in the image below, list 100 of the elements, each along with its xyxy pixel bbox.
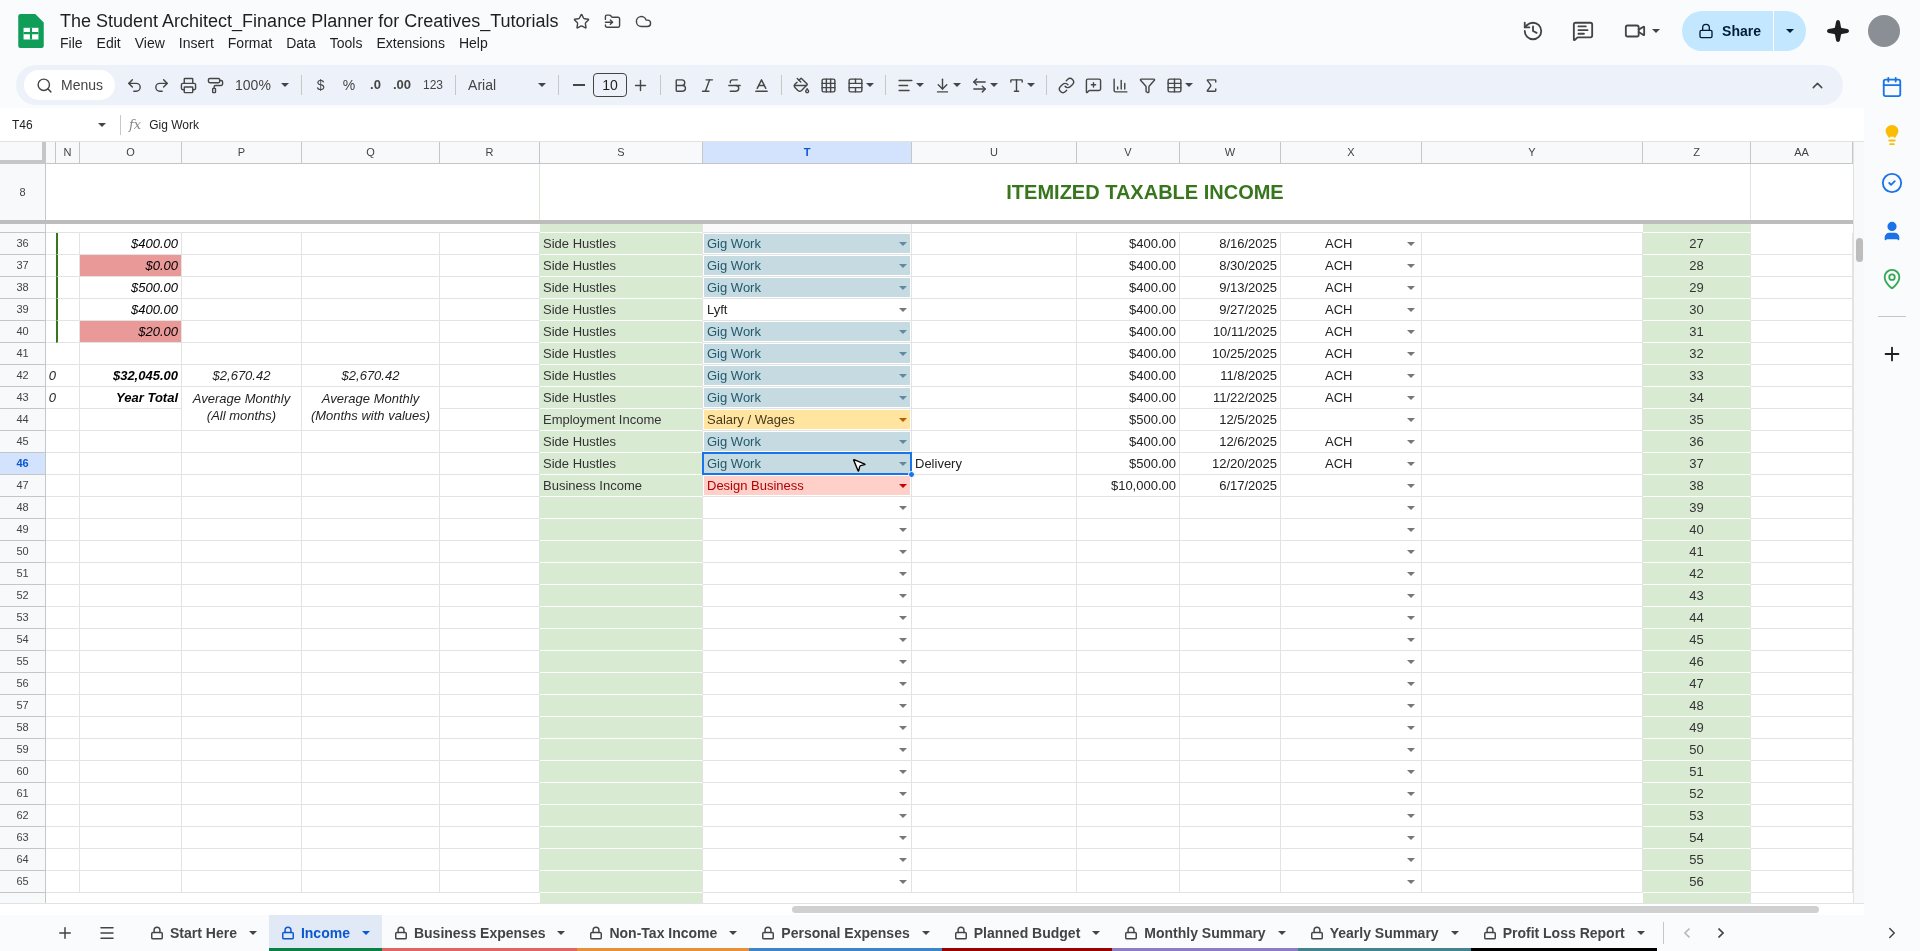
dropdown-cell[interactable]: Gig Work [704, 366, 910, 385]
calendar-icon[interactable] [1881, 76, 1903, 98]
dropdown-caret-icon[interactable] [280, 83, 289, 87]
star-icon[interactable] [572, 12, 590, 30]
menu-item[interactable]: View [128, 33, 171, 53]
comment-icon[interactable] [1572, 20, 1595, 42]
dropdown-cell[interactable] [1281, 805, 1422, 827]
dropdown-caret-icon[interactable] [1027, 83, 1036, 87]
sheet-tab[interactable]: Profit Loss Report [1470, 915, 1657, 951]
menu-item[interactable]: Tools [323, 33, 369, 53]
sheet-tab[interactable]: Business Expenses [381, 915, 578, 951]
decimal-button[interactable]: .00 [386, 75, 417, 95]
maps-icon[interactable] [1881, 268, 1903, 290]
dropdown-cell[interactable]: Gig Work [704, 432, 910, 451]
dropdown-caret-icon[interactable] [729, 931, 738, 935]
row-number[interactable]: 63 [0, 827, 46, 849]
dropdown-cell[interactable] [1281, 475, 1422, 497]
dropdown-cell[interactable] [1281, 695, 1422, 717]
dropdown-cell[interactable] [1281, 739, 1422, 761]
dropdown-caret-icon[interactable] [1450, 931, 1459, 935]
menu-item[interactable]: Format [221, 33, 279, 53]
sheet-tab[interactable]: Non-Tax Income [577, 915, 750, 951]
row-number[interactable]: 44 [0, 409, 46, 431]
dropdown-cell[interactable]: Design Business [704, 476, 910, 495]
row-number[interactable]: 51 [0, 563, 46, 585]
horizontal-scrollbar[interactable] [792, 906, 1819, 913]
column-header[interactable]: U [912, 142, 1077, 164]
row-number[interactable]: 50 [0, 541, 46, 563]
sheet-tab[interactable]: Start Here [138, 915, 269, 951]
row-number[interactable]: 53 [0, 607, 46, 629]
dropdown-cell[interactable]: Gig Work [704, 256, 910, 275]
dropdown-cell[interactable] [1281, 519, 1422, 541]
dropdown-caret-icon[interactable] [538, 83, 547, 87]
row-number[interactable]: 45 [0, 431, 46, 453]
row-number[interactable]: 42 [0, 365, 46, 387]
column-header[interactable]: P [182, 142, 302, 164]
dropdown-cell[interactable]: ACH [1281, 365, 1422, 387]
row-number[interactable]: 64 [0, 849, 46, 871]
name-box[interactable]: T46 [12, 115, 112, 134]
sheet-tab[interactable]: Planned Budget [941, 915, 1113, 951]
avatar[interactable] [1868, 15, 1900, 47]
row-number[interactable]: 59 [0, 739, 46, 761]
dropdown-caret-icon[interactable] [1652, 29, 1661, 33]
dropdown-cell[interactable]: ACH [1281, 233, 1422, 255]
dropdown-cell[interactable]: Gig Work [704, 278, 910, 297]
column-header[interactable]: X [1281, 142, 1422, 164]
dropdown-cell[interactable]: Salary / Wages [704, 410, 910, 429]
format-button[interactable]: % [333, 74, 365, 96]
dropdown-cell[interactable]: ACH [1281, 277, 1422, 299]
dropdown-cell[interactable]: ACH [1281, 321, 1422, 343]
sheet-tab[interactable]: Monthly Summary [1112, 915, 1298, 951]
dropdown-caret-icon[interactable] [557, 931, 566, 935]
dropdown-caret-icon[interactable] [1185, 83, 1194, 87]
row-number[interactable]: 60 [0, 761, 46, 783]
dropdown-caret-icon[interactable] [866, 83, 875, 87]
dropdown-caret-icon[interactable] [990, 83, 999, 87]
column-header[interactable]: N [56, 142, 80, 164]
move-folder-icon[interactable] [603, 12, 621, 30]
dropdown-cell[interactable] [1281, 497, 1422, 519]
dropdown-cell[interactable]: ACH [1281, 299, 1422, 321]
vertical-scrollbar[interactable] [1853, 142, 1864, 903]
dropdown-caret-icon[interactable] [916, 83, 925, 87]
column-header[interactable]: AA [1751, 142, 1853, 164]
row-number[interactable]: 47 [0, 475, 46, 497]
column-header[interactable]: Q [302, 142, 440, 164]
row-number[interactable]: 57 [0, 695, 46, 717]
dropdown-caret-icon[interactable] [953, 83, 962, 87]
sheet-tab[interactable]: Income [268, 915, 382, 951]
dropdown-caret-icon[interactable] [1092, 931, 1101, 935]
dropdown-cell[interactable]: ACH [1281, 255, 1422, 277]
dropdown-cell[interactable] [1281, 827, 1422, 849]
formula-field[interactable]: Gig Work [149, 115, 1864, 134]
row-number[interactable]: 46 [0, 453, 46, 475]
row-number[interactable]: 36 [0, 233, 46, 255]
dropdown-cell[interactable] [1281, 629, 1422, 651]
decimal-button[interactable]: .0 [364, 75, 387, 95]
column-header[interactable]: Y [1422, 142, 1643, 164]
dropdown-cell[interactable] [1281, 409, 1422, 431]
column-header[interactable]: S [540, 142, 703, 164]
dropdown-cell[interactable]: ACH [1281, 453, 1422, 475]
font-select[interactable]: Arial [462, 74, 553, 96]
dropdown-cell[interactable] [1281, 541, 1422, 563]
dropdown-caret-icon[interactable] [1786, 29, 1794, 33]
column-header[interactable]: O [80, 142, 182, 164]
dropdown-cell[interactable] [1281, 563, 1422, 585]
row-number[interactable]: 41 [0, 343, 46, 365]
dropdown-cell[interactable] [1281, 761, 1422, 783]
row-number[interactable]: 40 [0, 321, 46, 343]
dropdown-cell[interactable]: Gig Work [704, 322, 910, 341]
row-number[interactable]: 62 [0, 805, 46, 827]
search-menus-field[interactable]: Menus [24, 70, 116, 100]
dropdown-caret-icon[interactable] [248, 931, 257, 935]
dropdown-cell[interactable] [1281, 871, 1422, 893]
column-header[interactable]: R [440, 142, 540, 164]
row-number[interactable]: 37 [0, 255, 46, 277]
row-number[interactable]: 48 [0, 497, 46, 519]
dropdown-cell[interactable] [1281, 673, 1422, 695]
version-history-icon[interactable] [1522, 20, 1545, 42]
dropdown-cell[interactable]: Gig Work [704, 234, 910, 253]
menu-item[interactable]: Extensions [370, 33, 451, 53]
